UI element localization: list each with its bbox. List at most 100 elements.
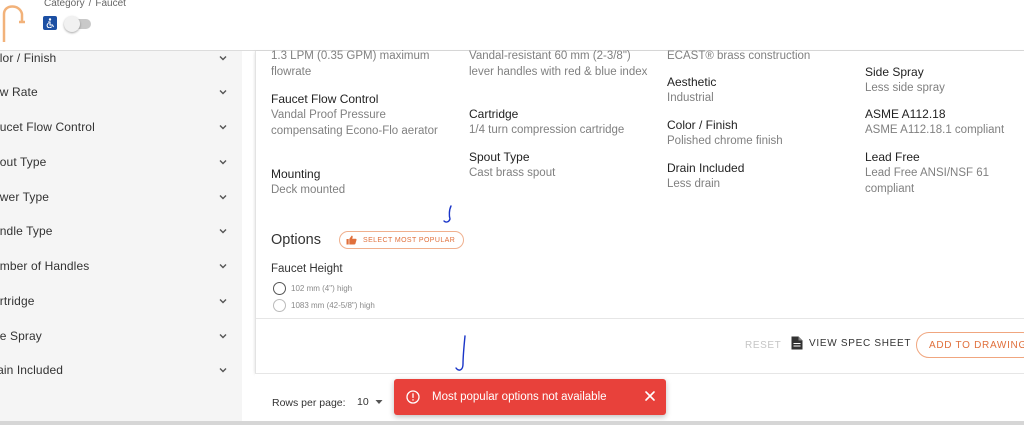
option-label: 1083 mm (42-5/8") high — [291, 301, 375, 310]
chevron-down-icon — [219, 160, 227, 165]
filter-flow-rate[interactable]: ow Rate — [0, 75, 242, 109]
breadcrumb-category[interactable]: Category — [44, 0, 85, 9]
spec-side-spray: Side Spray Less side spray — [865, 64, 1015, 96]
filter-label: olor / Finish — [0, 51, 57, 65]
caret-down-icon — [375, 400, 383, 404]
filter-sidebar: olor / Finish ow Rate aucet Flow Control… — [0, 51, 242, 425]
rows-per-page-select[interactable]: 10 — [357, 396, 383, 408]
faucet-height-option-102[interactable]: 102 mm (4") high — [273, 282, 352, 295]
filter-label: umber of Handles — [0, 259, 90, 273]
faucet-height-option-1083[interactable]: 1083 mm (42-5/8") high — [273, 299, 375, 312]
spec-construction: ECAST® brass construction — [667, 48, 853, 64]
faucet-height-title: Faucet Height — [271, 263, 343, 275]
annotation-mark — [443, 205, 452, 223]
spec-handles: Vandal-resistant 60 mm (2-3/8") lever ha… — [469, 48, 655, 80]
spec-cartridge: Cartridge 1/4 turn compression cartridge — [469, 106, 655, 138]
chevron-down-icon — [219, 56, 227, 61]
spec-value: ECAST® brass construction — [667, 50, 811, 62]
view-spec-sheet-label: VIEW SPEC SHEET — [809, 337, 912, 349]
annotation-mark — [455, 335, 466, 371]
option-label: 102 mm (4") high — [291, 284, 353, 293]
close-icon[interactable] — [644, 390, 656, 402]
error-icon — [406, 390, 420, 404]
filter-label: pout Type — [0, 155, 47, 169]
breadcrumb: Category / Faucet — [44, 0, 126, 9]
window-bottom-edge — [0, 421, 1024, 425]
spec-value: ASME A112.18.1 compliant — [865, 124, 1005, 136]
spec-asme: ASME A112.18 ASME A112.18.1 compliant — [865, 106, 1024, 138]
spec-value: 1/4 turn compression cartridge — [469, 124, 625, 136]
select-most-popular-label: SELECT MOST POPULAR — [363, 236, 456, 244]
spec-lead-free: Lead Free Lead Free ANSI/NSF 61 complian… — [865, 149, 1015, 197]
select-most-popular-button[interactable]: SELECT MOST POPULAR — [339, 231, 465, 249]
view-spec-sheet-button[interactable]: VIEW SPEC SHEET — [791, 336, 911, 350]
radio-button[interactable] — [273, 299, 286, 312]
actions-divider — [256, 318, 1024, 319]
filter-label: artridge — [0, 294, 35, 308]
spec-value: Less side spray — [865, 82, 945, 94]
filter-handle-type[interactable]: andle Type — [0, 214, 242, 248]
spec-key: Spout Type — [469, 150, 530, 164]
accessibility-toggle[interactable] — [64, 16, 91, 32]
spec-key: Cartridge — [469, 107, 519, 121]
spec-aesthetic: Aesthetic Industrial — [667, 74, 853, 106]
spec-key: Aesthetic — [667, 75, 717, 89]
spec-value: Deck mounted — [271, 184, 346, 196]
radio-button[interactable] — [273, 282, 286, 295]
spec-key: Drain Included — [667, 161, 745, 175]
breadcrumb-separator: / — [88, 0, 92, 9]
filter-label: aucet Flow Control — [0, 120, 95, 134]
toast-message: Most popular options not available — [432, 391, 607, 403]
spec-drain-included: Drain Included Less drain — [667, 160, 853, 192]
spec-key: Lead Free — [865, 150, 920, 164]
spec-key: Faucet Flow Control — [271, 92, 379, 106]
spec-key: Mounting — [271, 167, 321, 181]
spec-value: Less drain — [667, 178, 721, 190]
spec-flow-rate: 1.3 LPM (0.35 GPM) maximum flowrate — [271, 48, 451, 80]
document-icon — [791, 336, 803, 350]
filter-power-type[interactable]: ower Type — [0, 180, 242, 214]
chevron-down-icon — [219, 299, 227, 304]
chevron-down-icon — [219, 334, 227, 339]
filter-label: de Spray — [0, 329, 42, 343]
filter-color-finish[interactable]: olor / Finish — [0, 41, 242, 75]
spec-key: Side Spray — [865, 65, 924, 79]
rows-per-page-label: Rows per page: — [272, 397, 346, 409]
filter-label: ow Rate — [0, 85, 38, 99]
spec-value: Cast brass spout — [469, 167, 556, 179]
filter-label: rain Included — [0, 363, 64, 377]
spec-color-finish: Color / Finish Polished chrome finish — [667, 117, 853, 149]
chevron-down-icon — [219, 229, 227, 234]
filter-cartridge[interactable]: artridge — [0, 284, 242, 318]
spec-mounting: Mounting Deck mounted — [271, 166, 451, 198]
spec-value: Lead Free ANSI/NSF 61 compliant — [865, 167, 990, 195]
filter-side-spray[interactable]: de Spray — [0, 319, 242, 353]
chevron-down-icon — [219, 195, 227, 200]
filter-drain-included[interactable]: rain Included — [0, 353, 242, 387]
reset-button[interactable]: RESET — [745, 340, 781, 351]
chevron-down-icon — [219, 368, 227, 373]
spec-value: 1.3 LPM (0.35 GPM) maximum flowrate — [271, 50, 430, 78]
add-to-drawing-button[interactable]: ADD TO DRAWING — [916, 332, 1024, 358]
spec-value: Industrial — [667, 92, 714, 104]
toggle-knob — [64, 16, 80, 32]
chevron-down-icon — [219, 264, 227, 269]
chevron-down-icon — [219, 90, 227, 95]
filter-faucet-flow-control[interactable]: aucet Flow Control — [0, 110, 242, 144]
filter-label: andle Type — [0, 224, 53, 238]
faucet-logo-icon — [2, 5, 25, 42]
thumbs-up-icon — [346, 235, 357, 245]
breadcrumb-faucet: Faucet — [95, 0, 126, 9]
filter-label: ower Type — [0, 190, 50, 204]
spec-value: Polished chrome finish — [667, 135, 783, 147]
chevron-down-icon — [219, 125, 227, 130]
spec-faucet-flow-control: Faucet Flow Control Vandal Proof Pressur… — [271, 91, 451, 139]
options-title: Options — [271, 232, 321, 248]
filter-number-of-handles[interactable]: umber of Handles — [0, 249, 242, 283]
accessibility-icon[interactable] — [43, 16, 57, 30]
error-toast: Most popular options not available — [394, 379, 666, 415]
spec-spout-type: Spout Type Cast brass spout — [469, 149, 655, 181]
spec-key: Color / Finish — [667, 118, 738, 132]
spec-value: Vandal-resistant 60 mm (2-3/8") lever ha… — [469, 50, 648, 78]
filter-spout-type[interactable]: pout Type — [0, 145, 242, 179]
